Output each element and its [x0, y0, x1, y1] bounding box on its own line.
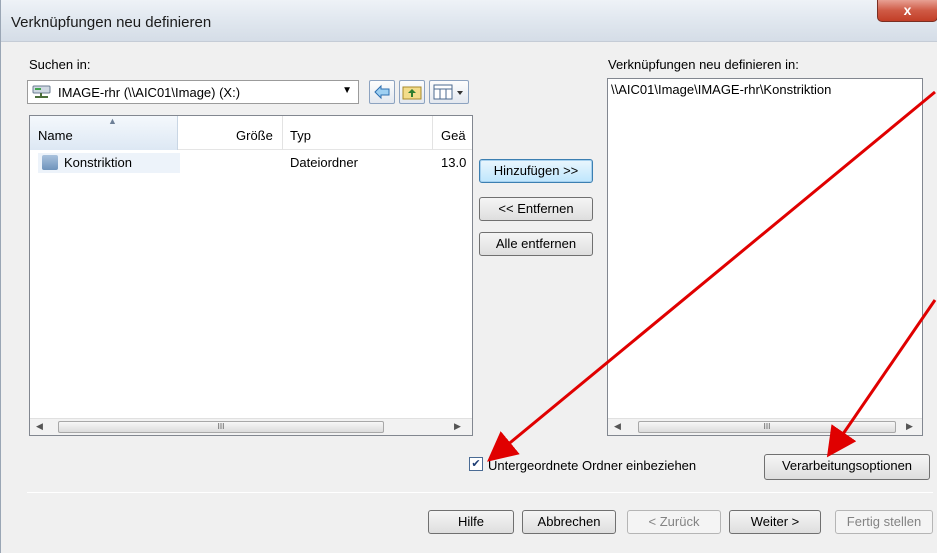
column-header-modified[interactable]: Geä	[441, 128, 466, 143]
scrollbar-thumb[interactable]: III	[638, 421, 896, 433]
folder-up-icon	[402, 86, 422, 100]
column-divider[interactable]	[282, 116, 283, 150]
close-button[interactable]: x	[877, 0, 937, 22]
dialog-window: Verknüpfungen neu definieren x Suchen in…	[0, 0, 937, 553]
scroll-right-icon[interactable]: ▶	[454, 421, 461, 432]
folder-modified: 13.0	[441, 155, 467, 170]
folder-type: Dateiordner	[290, 155, 358, 170]
scrollbar-thumb[interactable]: III	[58, 421, 384, 433]
footer-separator	[27, 492, 933, 493]
dialog-title: Verknüpfungen neu definieren	[11, 14, 212, 31]
column-header-type[interactable]: Typ	[290, 128, 311, 143]
remove-button[interactable]: << Entfernen	[479, 197, 593, 221]
location-value: IMAGE-rhr (\\AIC01\Image) (X:)	[58, 85, 241, 100]
source-file-list[interactable]: ▲ Name Größe Typ Geä Konstriktion Dateio…	[29, 115, 473, 436]
back-folder-button[interactable]	[369, 80, 395, 104]
chevron-down-icon: ▼	[342, 85, 352, 96]
next-button[interactable]: Weiter >	[729, 510, 821, 534]
scroll-left-icon[interactable]: ◀	[36, 421, 43, 432]
include-subfolders-label[interactable]: Untergeordnete Ordner einbeziehen	[488, 458, 696, 473]
location-dropdown[interactable]: IMAGE-rhr (\\AIC01\Image) (X:) ▼	[27, 80, 359, 104]
horizontal-scrollbar[interactable]: ◀ III ▶	[30, 418, 472, 435]
title-bar: Verknüpfungen neu definieren x	[1, 0, 937, 42]
help-button[interactable]: Hilfe	[428, 510, 514, 534]
scroll-left-icon[interactable]: ◀	[614, 421, 621, 432]
scroll-right-icon[interactable]: ▶	[906, 421, 913, 432]
sort-ascending-icon: ▲	[108, 116, 117, 126]
back-button[interactable]: < Zurück	[627, 510, 721, 534]
folder-name: Konstriktion	[64, 155, 132, 170]
folder-icon	[42, 155, 58, 170]
processing-options-button[interactable]: Verarbeitungsoptionen	[764, 454, 930, 480]
horizontal-scrollbar[interactable]: ◀ III ▶	[608, 418, 922, 435]
add-button[interactable]: Hinzufügen >>	[479, 159, 593, 183]
target-list[interactable]: \\AIC01\Image\IMAGE-rhr\Konstriktion ◀ I…	[607, 78, 923, 436]
target-path-item[interactable]: \\AIC01\Image\IMAGE-rhr\Konstriktion	[611, 82, 831, 97]
column-header-size[interactable]: Größe	[236, 128, 273, 143]
view-menu-button[interactable]	[429, 80, 469, 104]
remove-all-button[interactable]: Alle entfernen	[479, 232, 593, 256]
finish-button[interactable]: Fertig stellen	[835, 510, 933, 534]
file-list-header: ▲ Name Größe Typ Geä	[30, 116, 472, 150]
search-in-label: Suchen in:	[29, 57, 91, 72]
column-divider[interactable]	[432, 116, 433, 150]
up-folder-button[interactable]	[399, 80, 425, 104]
view-grid-icon	[433, 84, 463, 100]
back-arrow-icon	[374, 84, 390, 100]
network-drive-icon	[32, 85, 51, 98]
column-header-name[interactable]: Name	[38, 128, 73, 143]
target-label: Verknüpfungen neu definieren in:	[608, 57, 799, 72]
include-subfolders-checkbox[interactable]: ✔	[469, 457, 483, 471]
cancel-button[interactable]: Abbrechen	[522, 510, 616, 534]
list-item[interactable]: Konstriktion	[38, 153, 180, 173]
